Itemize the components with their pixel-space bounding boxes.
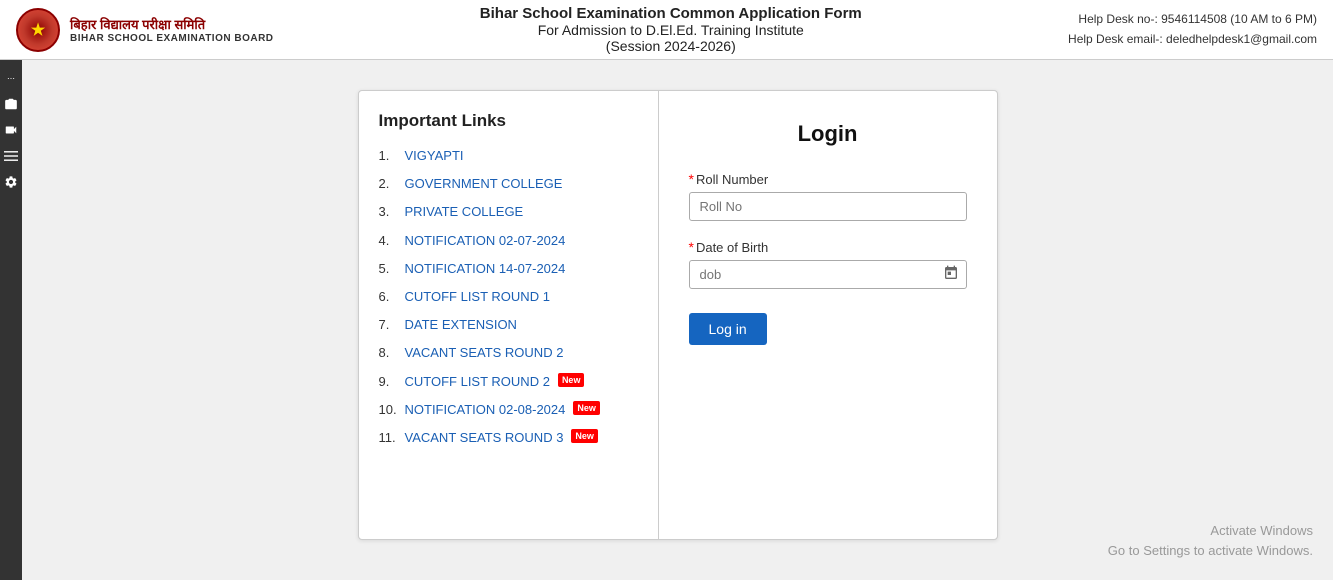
link-label[interactable]: NOTIFICATION 14-07-2024 xyxy=(405,260,566,278)
link-label[interactable]: DATE EXTENSION xyxy=(405,316,517,334)
link-num: 6. xyxy=(379,288,401,306)
login-heading: Login xyxy=(689,121,967,147)
roll-required-star: * xyxy=(689,171,694,187)
activate-line2: Go to Settings to activate Windows. xyxy=(1108,541,1313,561)
logo-english: BIHAR SCHOOL EXAMINATION BOARD xyxy=(70,33,274,44)
link-item: 11.VACANT SEATS ROUND 3 New xyxy=(379,429,638,447)
link-item: 3.PRIVATE COLLEGE xyxy=(379,203,638,221)
link-label[interactable]: NOTIFICATION 02-08-2024 xyxy=(405,401,566,419)
badge-new: New xyxy=(558,373,585,388)
link-label[interactable]: PRIVATE COLLEGE xyxy=(405,203,524,221)
login-button[interactable]: Log in xyxy=(689,313,767,345)
link-label[interactable]: CUTOFF LIST ROUND 2 xyxy=(405,373,550,391)
logo-area: बिहार विद्यालय परीक्षा समिति BIHAR SCHOO… xyxy=(16,8,274,52)
help-email: Help Desk email-: deledhelpdesk1@gmail.c… xyxy=(1068,30,1317,49)
main-content: Important Links 1.VIGYAPTI2.GOVERNMENT C… xyxy=(22,60,1333,580)
link-num: 7. xyxy=(379,316,401,334)
roll-label-text: Roll Number xyxy=(696,172,768,187)
link-label[interactable]: CUTOFF LIST ROUND 1 xyxy=(405,288,550,306)
link-item: 2.GOVERNMENT COLLEGE xyxy=(379,175,638,193)
link-num: 2. xyxy=(379,175,401,193)
dob-group: * Date of Birth xyxy=(689,239,967,289)
dob-input-wrapper xyxy=(689,260,967,289)
logo-text: बिहार विद्यालय परीक्षा समिति BIHAR SCHOO… xyxy=(70,15,274,44)
badge-new: New xyxy=(571,429,598,444)
header-line2: For Admission to D.El.Ed. Training Insti… xyxy=(274,22,1069,38)
logo-emblem xyxy=(16,8,60,52)
link-item: 5.NOTIFICATION 14-07-2024 xyxy=(379,260,638,278)
link-num: 1. xyxy=(379,147,401,165)
dob-label-text: Date of Birth xyxy=(696,240,768,255)
sidebar-menu-icon[interactable] xyxy=(3,148,19,164)
link-num: 10. xyxy=(379,401,401,419)
link-label[interactable]: VIGYAPTI xyxy=(405,147,464,165)
links-list: 1.VIGYAPTI2.GOVERNMENT COLLEGE3.PRIVATE … xyxy=(379,147,638,447)
link-num: 8. xyxy=(379,344,401,362)
link-num: 5. xyxy=(379,260,401,278)
link-num: 4. xyxy=(379,232,401,250)
sidebar-video-icon[interactable] xyxy=(3,122,19,138)
link-item: 6.CUTOFF LIST ROUND 1 xyxy=(379,288,638,306)
header-help: Help Desk no-: 9546114508 (10 AM to 6 PM… xyxy=(1068,10,1317,48)
header-line3: (Session 2024-2026) xyxy=(274,38,1069,54)
activate-windows-watermark: Activate Windows Go to Settings to activ… xyxy=(1108,521,1313,560)
left-sidebar: ⋯ xyxy=(0,60,22,580)
roll-number-input[interactable] xyxy=(689,192,967,221)
dob-input[interactable] xyxy=(689,260,967,289)
link-label[interactable]: GOVERNMENT COLLEGE xyxy=(405,175,563,193)
link-num: 9. xyxy=(379,373,401,391)
calendar-icon[interactable] xyxy=(943,265,959,284)
link-num: 11. xyxy=(379,429,401,447)
dob-required-star: * xyxy=(689,239,694,255)
roll-number-group: * Roll Number xyxy=(689,171,967,221)
header-title-area: Bihar School Examination Common Applicat… xyxy=(274,5,1069,54)
link-label[interactable]: VACANT SEATS ROUND 2 xyxy=(405,344,564,362)
link-item: 10.NOTIFICATION 02-08-2024 New xyxy=(379,401,638,419)
sidebar-camera-icon[interactable] xyxy=(3,96,19,112)
header-line1: Bihar School Examination Common Applicat… xyxy=(274,5,1069,22)
roll-label: * Roll Number xyxy=(689,171,967,187)
logo-hindi: बिहार विद्यालय परीक्षा समिति xyxy=(70,15,274,33)
dob-label: * Date of Birth xyxy=(689,239,967,255)
link-item: 4.NOTIFICATION 02-07-2024 xyxy=(379,232,638,250)
link-item: 8.VACANT SEATS ROUND 2 xyxy=(379,344,638,362)
link-label[interactable]: NOTIFICATION 02-07-2024 xyxy=(405,232,566,250)
help-phone: Help Desk no-: 9546114508 (10 AM to 6 PM… xyxy=(1068,10,1317,29)
link-label[interactable]: VACANT SEATS ROUND 3 xyxy=(405,429,564,447)
activate-line1: Activate Windows xyxy=(1108,521,1313,541)
links-panel: Important Links 1.VIGYAPTI2.GOVERNMENT C… xyxy=(359,91,659,539)
sidebar-settings-icon[interactable] xyxy=(3,174,19,190)
sidebar-dots-icon[interactable]: ⋯ xyxy=(3,70,19,86)
link-item: 7.DATE EXTENSION xyxy=(379,316,638,334)
badge-new: New xyxy=(573,401,600,416)
page-header: बिहार विद्यालय परीक्षा समिति BIHAR SCHOO… xyxy=(0,0,1333,60)
link-item: 9.CUTOFF LIST ROUND 2 New xyxy=(379,373,638,391)
links-heading: Important Links xyxy=(379,111,638,131)
link-num: 3. xyxy=(379,203,401,221)
link-item: 1.VIGYAPTI xyxy=(379,147,638,165)
main-card: Important Links 1.VIGYAPTI2.GOVERNMENT C… xyxy=(358,90,998,540)
login-panel: Login * Roll Number * Date of Birth xyxy=(659,91,997,539)
